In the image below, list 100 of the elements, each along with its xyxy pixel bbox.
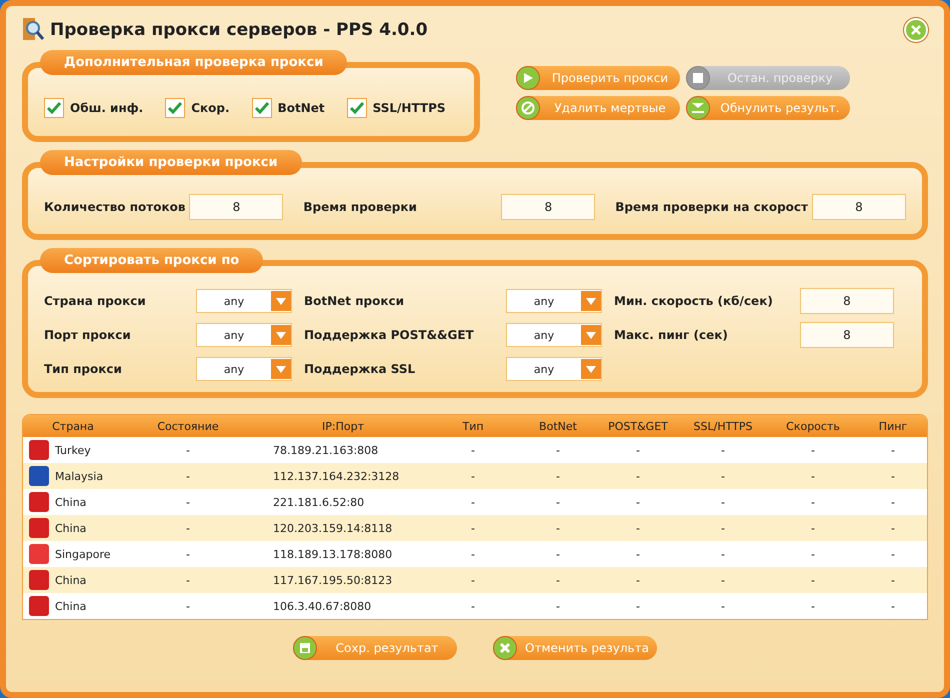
window-title: Проверка прокси серверов - PPS 4.0.0	[50, 20, 429, 40]
table-cell-text: -	[635, 444, 641, 456]
column-header[interactable]: Тип	[433, 420, 513, 432]
table-cell: China	[55, 574, 86, 586]
caret-icon	[586, 332, 596, 338]
column-header[interactable]: Пинг	[853, 420, 927, 432]
table-cell-text: -	[555, 470, 561, 482]
caret-icon	[586, 366, 596, 372]
table-cell-text: -	[555, 444, 561, 456]
column-header[interactable]: Скорость	[773, 420, 853, 432]
table-cell-text: -	[635, 470, 641, 482]
table-cell-text: 120.203.159.14:8118	[272, 522, 394, 534]
table-cell-text: -	[810, 522, 816, 534]
input-field[interactable]: 8	[800, 322, 894, 348]
table-cell-text: 112.137.164.232:3128	[272, 470, 400, 482]
table-cell-text: 78.189.21.163:808	[272, 444, 380, 456]
table-cell-text: -	[185, 496, 191, 508]
dropdown[interactable]: any	[196, 289, 292, 313]
table-cell-text: -	[720, 548, 726, 560]
table-cell-text: -	[185, 574, 191, 586]
table-cell-text: -	[470, 470, 476, 482]
input-field[interactable]: 8	[189, 194, 284, 220]
checkbox[interactable]	[252, 98, 272, 118]
table-cell-text: -	[470, 496, 476, 508]
table-cell-text: -	[890, 600, 896, 612]
dropdown[interactable]: any	[506, 357, 602, 381]
table-cell-text: -	[810, 600, 816, 612]
column-header[interactable]: POST&GET	[603, 420, 673, 432]
checkbox-label: BotNet	[278, 101, 325, 115]
table-cell-text: -	[635, 522, 641, 534]
table-cell-text: -	[810, 574, 816, 586]
table-cell: China	[55, 496, 86, 508]
check-icon	[47, 102, 61, 114]
checkbox-label: Скор.	[191, 101, 230, 115]
input-field[interactable]: 8	[800, 288, 894, 314]
field-label: Тип прокси	[44, 362, 122, 376]
caret-icon	[276, 332, 286, 338]
table-cell-text: -	[720, 470, 726, 482]
table-cell-text: -	[720, 574, 726, 586]
save-icon	[299, 642, 311, 654]
table-cell-text: -	[555, 600, 561, 612]
column-header[interactable]: SSL/HTTPS	[673, 420, 773, 432]
panel-header: Настройки проверки прокси	[40, 150, 302, 175]
checkbox[interactable]	[346, 98, 367, 118]
checkbox-label: Обш. инф.	[70, 101, 144, 115]
table-cell-text: -	[890, 470, 896, 482]
check-icon	[350, 102, 364, 114]
panel-header: Дополнительная проверка прокси	[40, 50, 348, 75]
table-cell-text: -	[185, 548, 191, 560]
table-cell-text: 221.181.6.52:80	[272, 496, 366, 508]
table-cell-text: -	[555, 522, 561, 534]
table-cell: Turkey	[55, 444, 91, 456]
table-cell-text: -	[635, 548, 641, 560]
table-row[interactable]: China - 120.203.159.14:8118 - - - - - -	[23, 515, 927, 541]
table-cell-text: -	[470, 574, 476, 586]
input-field[interactable]: 8	[501, 194, 596, 220]
table-cell-text: -	[890, 548, 896, 560]
caret-icon	[586, 298, 596, 304]
play-icon	[522, 72, 534, 84]
table-cell-text: -	[470, 522, 476, 534]
field-label: Порт прокси	[44, 328, 131, 342]
field-label: BotNet прокси	[304, 294, 404, 308]
table-cell-text: -	[555, 496, 561, 508]
table-cell-text: -	[810, 444, 816, 456]
table-cell-text: -	[470, 548, 476, 560]
column-header[interactable]: Состояние	[123, 420, 253, 432]
table-cell-text: -	[185, 522, 191, 534]
column-header[interactable]: BotNet	[513, 420, 603, 432]
field-label: Страна прокси	[44, 294, 146, 308]
table-cell-text: -	[185, 470, 191, 482]
table-row[interactable]: China - 117.167.195.50:8123 - - - - - -	[23, 567, 927, 593]
download-tray-icon	[691, 102, 705, 114]
input-field[interactable]: 8	[812, 194, 906, 220]
column-header[interactable]: Страна	[23, 420, 123, 432]
table-cell: Malaysia	[55, 470, 104, 482]
table-cell-text: -	[470, 600, 476, 612]
table-cell-text: -	[720, 444, 726, 456]
check-icon	[254, 102, 269, 114]
table-cell-text: -	[810, 496, 816, 508]
dropdown[interactable]: any	[196, 357, 292, 381]
table-row[interactable]: Malaysia - 112.137.164.232:3128 - - - - - -	[23, 463, 927, 489]
panel-header: Сортировать прокси по	[40, 248, 264, 273]
table-cell-text: -	[890, 444, 896, 456]
table-cell-text: 118.189.13.178:8080	[272, 548, 394, 560]
table-cell-text: -	[470, 444, 476, 456]
stop-icon	[693, 73, 703, 83]
table-cell-text: -	[635, 600, 641, 612]
prohibited-icon	[521, 101, 535, 115]
table-cell-text: -	[720, 600, 726, 612]
checkbox[interactable]	[165, 98, 186, 118]
column-header[interactable]: IP:Порт	[253, 420, 433, 432]
table-cell-text: -	[890, 574, 896, 586]
table-cell-text: -	[890, 522, 896, 534]
table-cell: China	[55, 522, 86, 534]
dropdown[interactable]: any	[506, 323, 602, 347]
table-cell-text: -	[810, 548, 816, 560]
close-button[interactable]	[904, 18, 928, 42]
checkbox[interactable]	[44, 98, 64, 118]
dropdown[interactable]: any	[506, 289, 602, 313]
dropdown[interactable]: any	[196, 323, 292, 347]
